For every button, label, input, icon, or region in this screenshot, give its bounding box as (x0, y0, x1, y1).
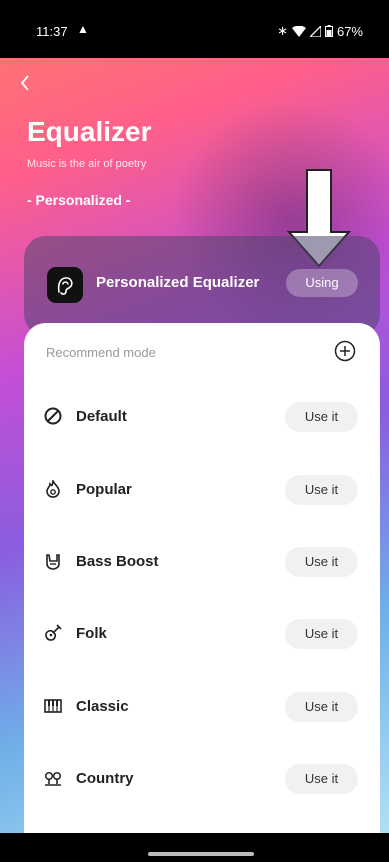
add-button[interactable] (334, 340, 356, 362)
use-it-button[interactable]: Use it (285, 402, 358, 432)
recommend-mode-list: Recommend mode Default Use it Popular Us… (24, 323, 380, 833)
signal-icon (309, 25, 321, 37)
personalized-equalizer-card: Personalized Equalizer Using (24, 236, 380, 336)
ear-icon (47, 267, 83, 303)
piano-icon (44, 699, 62, 713)
recommend-mode-label: Recommend mode (46, 345, 156, 360)
bluetooth-icon: ∗ (277, 23, 288, 38)
section-label: - Personalized - (27, 192, 131, 208)
use-it-button[interactable]: Use it (285, 619, 358, 649)
list-item: Classic Use it (24, 679, 380, 735)
notification-bell-icon: ▲ (77, 22, 89, 36)
use-it-button[interactable]: Use it (285, 692, 358, 722)
mode-name: Country (76, 770, 134, 787)
prohibited-icon (44, 407, 62, 425)
guitar-icon (45, 624, 62, 641)
back-button[interactable] (20, 73, 30, 95)
list-item: Popular Use it (24, 462, 380, 518)
navigation-bar (0, 833, 389, 862)
mode-name: Folk (76, 625, 107, 642)
use-it-button[interactable]: Use it (285, 764, 358, 794)
list-item: Country Use it (24, 751, 380, 807)
battery-icon (324, 25, 333, 37)
page-subtitle: Music is the air of poetry (27, 158, 147, 170)
home-gesture-bar[interactable] (148, 852, 254, 856)
mode-name: Classic (76, 698, 129, 715)
using-button[interactable]: Using (286, 269, 358, 297)
rock-hand-icon (46, 554, 60, 570)
list-item: Bass Boost Use it (24, 534, 380, 590)
list-item: Folk Use it (24, 606, 380, 662)
status-time: 11:37 (36, 24, 68, 39)
wifi-icon (291, 25, 306, 37)
page-title: Equalizer (27, 116, 152, 147)
flame-icon (46, 480, 60, 498)
add-circle-icon (334, 340, 356, 362)
use-it-button[interactable]: Use it (285, 547, 358, 577)
battery-percent: 67% (336, 23, 363, 39)
chevron-left-icon (20, 75, 29, 91)
use-it-button[interactable]: Use it (285, 475, 358, 505)
list-item: Default Use it (24, 389, 380, 445)
status-bar: 11:37 ▲ ∗ 67% (0, 0, 389, 58)
mode-name: Bass Boost (76, 553, 159, 570)
mode-name: Default (76, 408, 127, 425)
status-icons: ∗ 67% (277, 23, 363, 39)
mode-name: Popular (76, 481, 132, 498)
equalizer-screen: 11:37 ▲ ∗ 67% Equalizer Music is the air… (0, 0, 389, 862)
banjo-icon (44, 771, 62, 786)
personalized-equalizer-label: Personalized Equalizer (96, 274, 260, 291)
